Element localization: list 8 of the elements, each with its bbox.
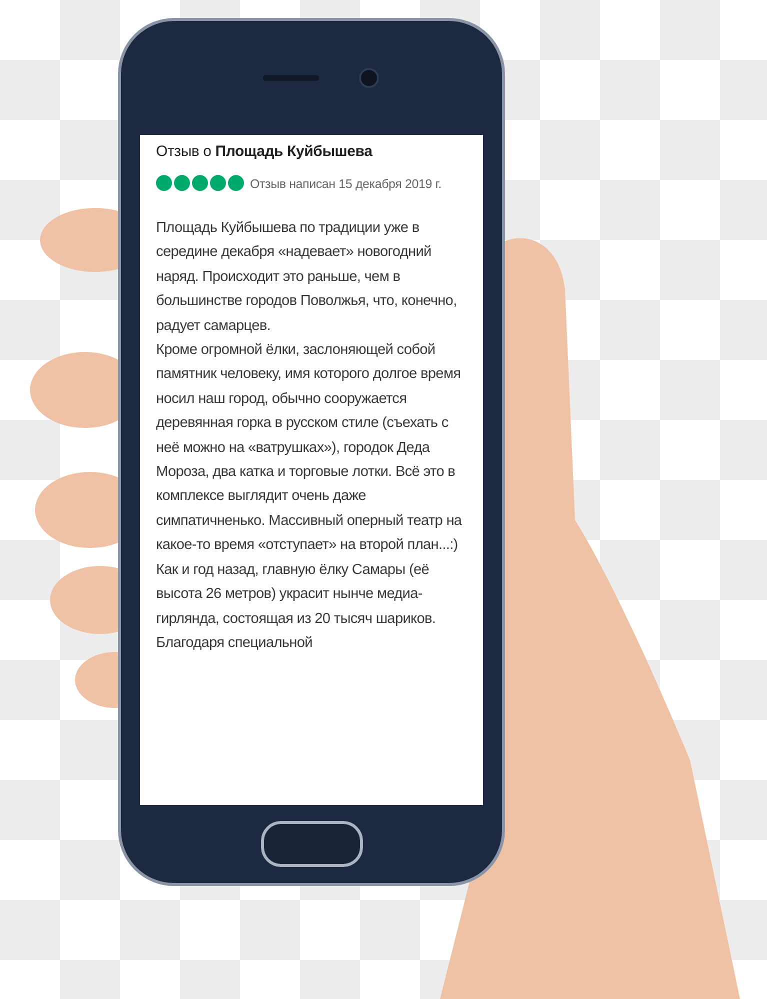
review-paragraph: Кроме огромной ёлки, заслоняющей собой памятник человеку, имя которого долгое время носил наш город, обычно сооружается деревянная горка в русском стиле (съехать с неё можно на «ватрушках»), городок Деда Мороза, два катка и торговые лотки. Всё это в комплексе выглядит очень даже симпатичненько. Массивный оперный театр на какое-то время «отступает» на второй план...:) — [156, 341, 463, 556]
review-date: Отзыв написан 15 декабря 2019 г. — [250, 177, 442, 191]
review-paragraph: Площадь Куйбышева по традиции уже в середине декабря «надевает» новогодний наряд. Происходит это раньше, чем в большинстве городов Поволжья, что, конечно, радует самарцев. — [156, 219, 458, 336]
review-paragraph: Как и год назад, главную ёлку Самары (её высота 26 метров) украсит нынче медиа-гирлянда, состоящая из 20 тысяч шариков. Благодаря специальной — [156, 560, 437, 653]
home-button[interactable] — [260, 821, 362, 867]
camera-lens — [359, 68, 379, 88]
review-title: Отзыв о Площадь Куйбышева — [156, 143, 374, 160]
speaker-grille — [263, 75, 319, 81]
